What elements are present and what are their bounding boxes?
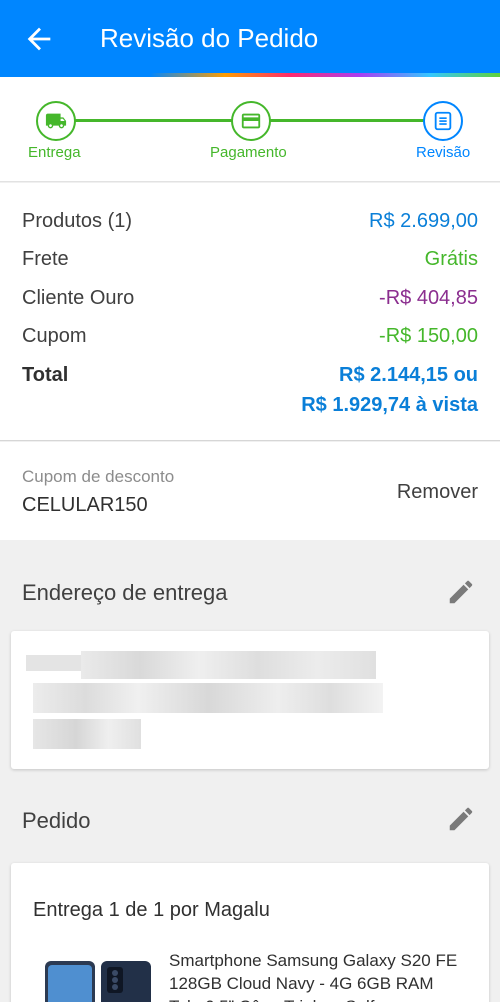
- product-image: [45, 961, 151, 1002]
- step-label-revisao: Revisão: [416, 144, 471, 161]
- total-value-line2: R$ 1.929,74 à vista: [301, 394, 478, 416]
- step-connector: [74, 119, 234, 122]
- list-icon: [434, 111, 452, 131]
- address-section-title: Endereço de entrega: [22, 580, 228, 605]
- pencil-icon[interactable]: [446, 804, 476, 834]
- step-connector: [266, 119, 426, 122]
- summary-label: Frete: [22, 248, 69, 270]
- step-pagamento[interactable]: [231, 101, 271, 141]
- delivery-title: Entrega 1 de 1 por Magalu: [33, 899, 270, 921]
- order-section-title: Pedido: [22, 808, 91, 833]
- order-card: Entrega 1 de 1 por Magalu Smartphone Sam…: [11, 863, 489, 1002]
- address-card[interactable]: [11, 631, 489, 769]
- summary-value: -R$ 404,85: [379, 287, 478, 309]
- summary-value: -R$ 150,00: [379, 325, 478, 347]
- summary-label: Produtos (1): [22, 210, 133, 232]
- checkout-stepper: Entrega Pagamento Revisão: [0, 77, 500, 182]
- summary-label: Total: [22, 364, 69, 386]
- step-label-pagamento: Pagamento: [210, 144, 287, 161]
- arrow-left-icon[interactable]: [22, 22, 56, 56]
- card-icon: [241, 113, 261, 129]
- remove-coupon-button[interactable]: Remover: [397, 481, 478, 504]
- step-revisao[interactable]: [423, 101, 463, 141]
- summary-row-total: Total R$ 2.144,15 ou R$ 1.929,74 à vista: [22, 364, 478, 424]
- summary-label: Cupom: [22, 325, 87, 347]
- coupon-code: CELULAR150: [22, 494, 148, 516]
- pencil-icon[interactable]: [446, 577, 476, 607]
- redacted-block: [33, 683, 383, 713]
- truck-icon: [45, 113, 67, 129]
- step-label-entrega: Entrega: [28, 144, 81, 161]
- coupon-section: Cupom de desconto CELULAR150 Remover: [0, 442, 500, 540]
- order-summary: Produtos (1) R$ 2.699,00 Frete Grátis Cl…: [0, 183, 500, 441]
- summary-value: R$ 2.699,00: [369, 210, 478, 232]
- step-entrega[interactable]: [36, 101, 76, 141]
- redacted-block: [26, 655, 86, 671]
- coupon-caption: Cupom de desconto: [22, 467, 175, 486]
- redacted-block: [33, 719, 141, 749]
- product-name[interactable]: Smartphone Samsung Galaxy S20 FE 128GB C…: [169, 949, 469, 1002]
- redacted-block: [81, 651, 376, 679]
- summary-value: Grátis: [424, 248, 478, 270]
- page-title: Revisão do Pedido: [100, 23, 319, 53]
- app-bar: Revisão do Pedido: [0, 0, 500, 73]
- summary-label: Cliente Ouro: [22, 287, 135, 309]
- total-value-line1: R$ 2.144,15 ou: [339, 364, 478, 386]
